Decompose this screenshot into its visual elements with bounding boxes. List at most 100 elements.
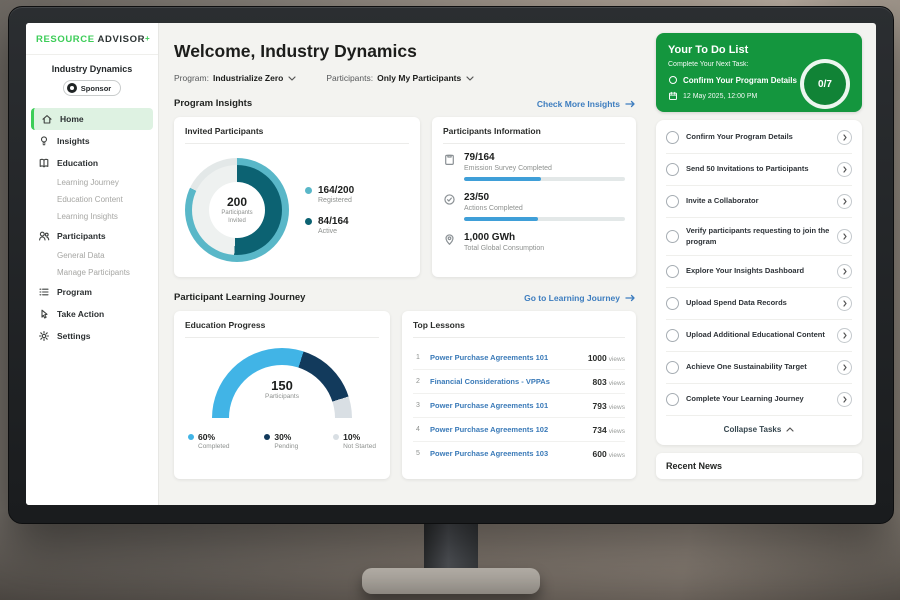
chevron-right-icon[interactable] <box>837 162 852 177</box>
todo-panel: Your To Do List Complete Your Next Task:… <box>652 23 876 505</box>
task-checkbox[interactable] <box>666 329 679 342</box>
lesson-rank: 4 <box>413 426 423 433</box>
collapse-tasks-link[interactable]: Collapse Tasks <box>666 416 852 443</box>
lesson-row: 4 Power Purchase Agreements 102 734views <box>413 418 625 442</box>
chevron-right-icon[interactable] <box>837 360 852 375</box>
sponsor-badge[interactable]: Sponsor <box>63 80 121 96</box>
gauge-legend-dot <box>333 434 339 440</box>
task-label: Achieve One Sustainability Target <box>686 362 830 373</box>
sidebar-item-program[interactable]: Program <box>26 281 158 303</box>
gauge-center-label: Participants <box>212 393 352 400</box>
task-item[interactable]: Verify participants requesting to join t… <box>666 218 852 256</box>
lesson-title-link[interactable]: Financial Considerations - VPPAs <box>430 377 586 386</box>
task-label: Send 50 Invitations to Participants <box>686 164 830 175</box>
program-filter[interactable]: Program: Industrialize Zero <box>174 73 296 83</box>
lesson-row: 5 Power Purchase Agreements 103 600views <box>413 442 625 465</box>
task-checkbox[interactable] <box>666 265 679 278</box>
stat-global-consumption: 1,000 GWh Total Global Consumption <box>443 232 625 252</box>
lesson-title-link[interactable]: Power Purchase Agreements 101 <box>430 353 581 362</box>
sidebar-item-take-action[interactable]: Take Action <box>26 303 158 325</box>
chevron-down-icon <box>466 76 474 81</box>
legend-label: Registered <box>318 197 354 204</box>
chevron-down-icon <box>288 76 296 81</box>
page-title: Welcome, Industry Dynamics <box>174 41 636 62</box>
org-section: Industry Dynamics Sponsor <box>26 55 158 102</box>
participants-icon <box>38 230 50 242</box>
go-to-learning-journey-link[interactable]: Go to Learning Journey <box>524 293 636 303</box>
lesson-rank: 2 <box>413 378 423 385</box>
participants-information-card: Participants Information 79/164 Emission… <box>432 117 636 277</box>
link-label: Go to Learning Journey <box>524 293 620 303</box>
lesson-title-link[interactable]: Power Purchase Agreements 102 <box>430 425 586 434</box>
sidebar-item-home[interactable]: Home <box>31 108 153 130</box>
program-filter-label: Program: <box>174 73 209 83</box>
task-checkbox[interactable] <box>666 297 679 310</box>
card-title: Invited Participants <box>185 126 409 144</box>
sidebar-item-general-data[interactable]: General Data <box>26 247 158 264</box>
recent-news-title: Recent News <box>666 461 722 471</box>
donut-center: 200 Participants Invited <box>209 182 265 238</box>
task-item[interactable]: Send 50 Invitations to Participants <box>666 154 852 186</box>
task-item[interactable]: Complete Your Learning Journey <box>666 384 852 416</box>
sidebar-item-label: Take Action <box>57 309 104 319</box>
task-item[interactable]: Invite a Collaborator <box>666 186 852 218</box>
task-item[interactable]: Explore Your Insights Dashboard <box>666 256 852 288</box>
sidebar-item-label: Program <box>57 287 92 297</box>
task-item[interactable]: Confirm Your Program Details <box>666 122 852 154</box>
donut-center-value: 200 <box>227 195 247 209</box>
sidebar-item-education[interactable]: Education <box>26 152 158 174</box>
todo-summary-card: Your To Do List Complete Your Next Task:… <box>656 33 862 112</box>
chevron-right-icon[interactable] <box>837 229 852 244</box>
task-checkbox[interactable] <box>666 230 679 243</box>
todo-progress-ring: 0/7 <box>800 59 850 109</box>
task-item[interactable]: Upload Spend Data Records <box>666 288 852 320</box>
sidebar-item-label: Insights <box>57 136 90 146</box>
sidebar-item-participants[interactable]: Participants <box>26 225 158 247</box>
participants-filter[interactable]: Participants: Only My Participants <box>326 73 474 83</box>
sidebar-item-education-content[interactable]: Education Content <box>26 191 158 208</box>
chevron-up-icon <box>786 427 794 432</box>
filters-bar: Program: Industrialize Zero Participants… <box>174 73 636 83</box>
check-more-insights-link[interactable]: Check More Insights <box>537 99 636 109</box>
chevron-right-icon[interactable] <box>837 194 852 209</box>
logo-plus: + <box>145 34 150 43</box>
sidebar-item-settings[interactable]: Settings <box>26 325 158 347</box>
lesson-row: 2 Financial Considerations - VPPAs 803vi… <box>413 370 625 394</box>
gauge-legend-item: 60% Completed <box>188 432 229 450</box>
lesson-title-link[interactable]: Power Purchase Agreements 101 <box>430 401 586 410</box>
progress-bar <box>464 177 625 181</box>
sidebar-item-label: Learning Insights <box>57 212 118 221</box>
invited-participants-card: Invited Participants 200 Participants In… <box>174 117 420 277</box>
task-label: Upload Spend Data Records <box>686 298 830 309</box>
sidebar-item-learning-insights[interactable]: Learning Insights <box>26 208 158 225</box>
gauge-legend-label: Completed <box>198 443 229 450</box>
take-action-icon <box>38 308 50 320</box>
sidebar-nav: Home Insights Education Learning Journey… <box>26 108 158 347</box>
sidebar-item-insights[interactable]: Insights <box>26 130 158 152</box>
gauge-legend-value: 30% <box>274 432 298 442</box>
task-checkbox[interactable] <box>666 163 679 176</box>
education-progress-card: Education Progress 150 Participants <box>174 311 390 479</box>
gauge-center: 150 Participants <box>212 378 352 400</box>
chevron-right-icon[interactable] <box>837 296 852 311</box>
task-item[interactable]: Achieve One Sustainability Target <box>666 352 852 384</box>
task-item[interactable]: Upload Additional Educational Content <box>666 320 852 352</box>
legend-item-active: 84/164 Active <box>305 216 354 235</box>
task-checkbox[interactable] <box>666 361 679 374</box>
chevron-right-icon[interactable] <box>837 130 852 145</box>
chevron-right-icon[interactable] <box>837 264 852 279</box>
task-label: Complete Your Learning Journey <box>686 394 830 405</box>
todo-title: Your To Do List <box>668 44 850 56</box>
next-task[interactable]: Confirm Your Program Details <box>668 75 808 85</box>
sidebar-item-learning-journey[interactable]: Learning Journey <box>26 174 158 191</box>
chevron-right-icon[interactable] <box>837 328 852 343</box>
task-checkbox[interactable] <box>666 195 679 208</box>
sidebar-item-manage-participants[interactable]: Manage Participants <box>26 264 158 281</box>
task-checkbox[interactable] <box>666 131 679 144</box>
lesson-title-link[interactable]: Power Purchase Agreements 103 <box>430 449 586 458</box>
sidebar-item-label: Participants <box>57 231 106 241</box>
chevron-right-icon[interactable] <box>837 392 852 407</box>
section-title-program-insights: Program Insights <box>174 98 252 109</box>
app-logo: RESOURCE ADVISOR+ <box>26 23 158 55</box>
task-checkbox[interactable] <box>666 393 679 406</box>
